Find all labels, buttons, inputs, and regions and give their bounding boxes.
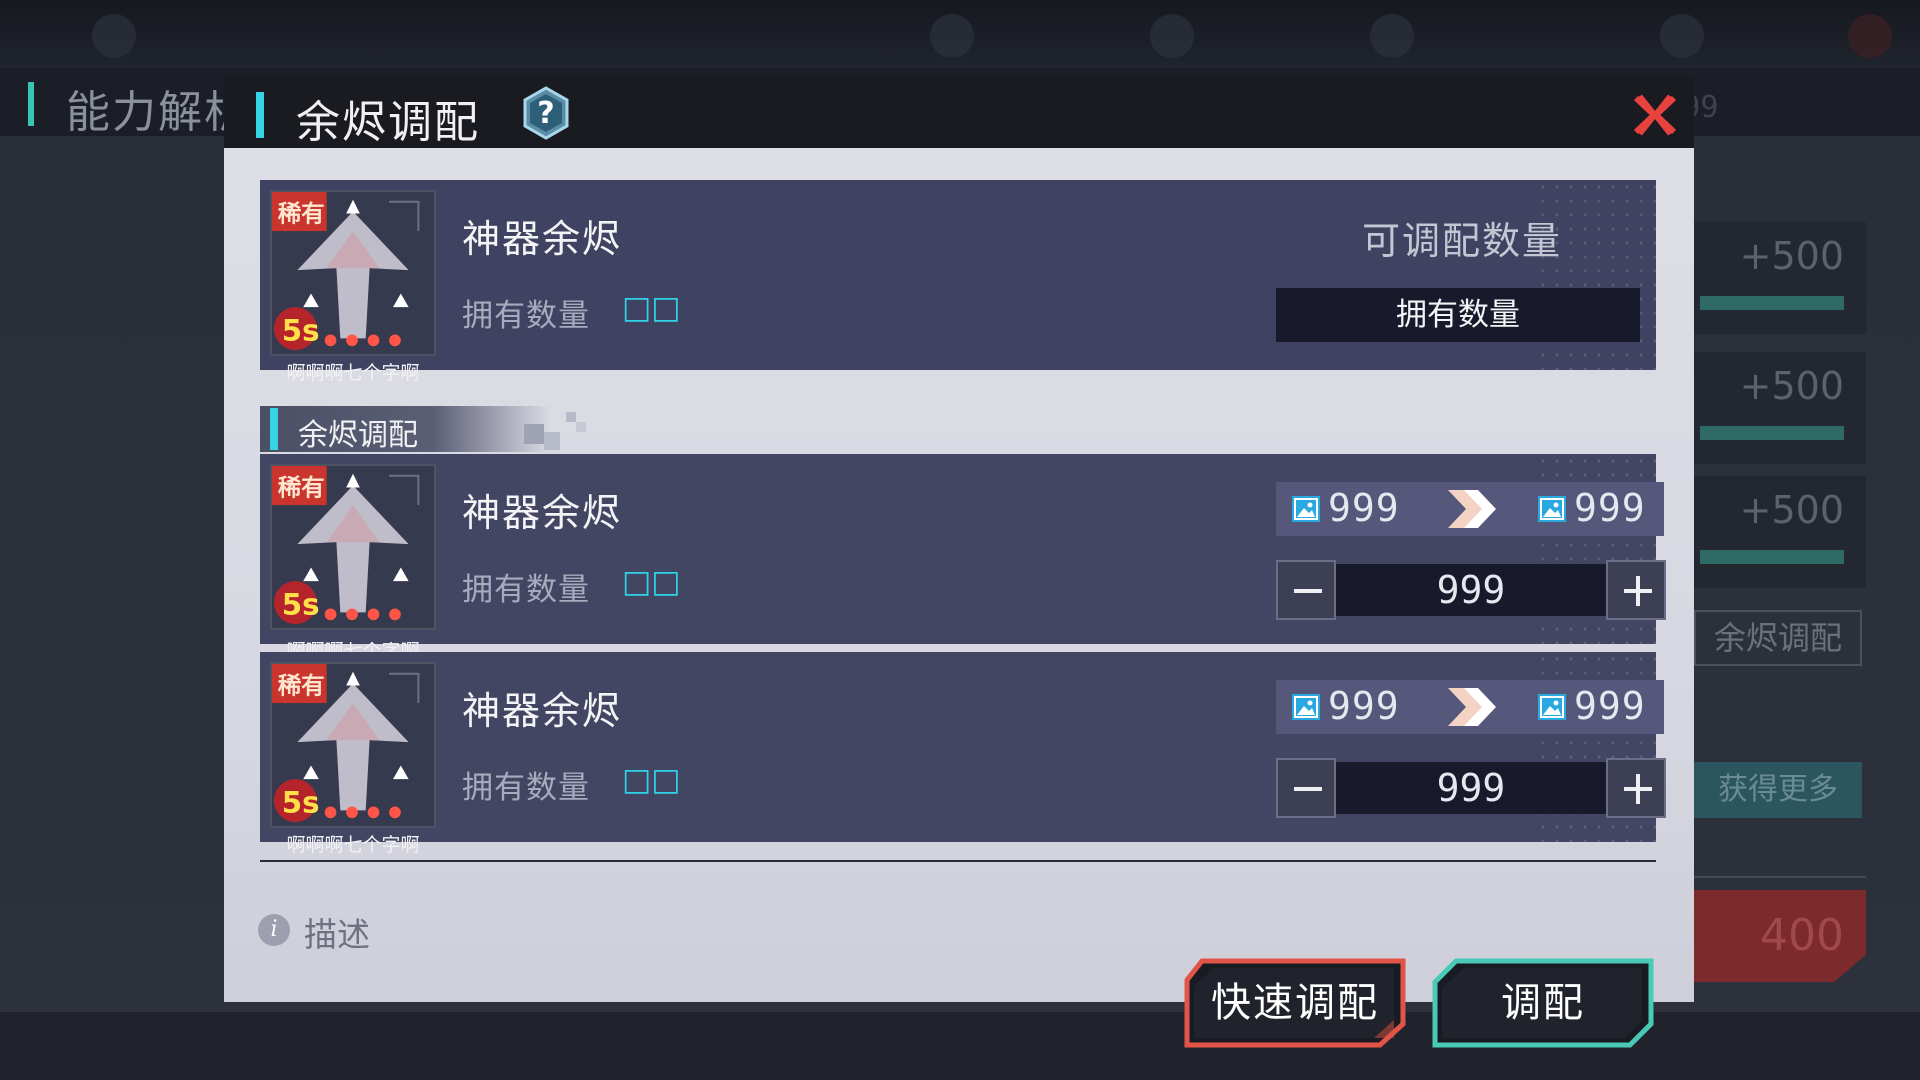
- background-bonus-card: +500: [1690, 476, 1866, 588]
- target-item-card: 稀有 5s 啊啊啊七个字啊 神器余烬 拥有数量 □□ 可调配数量 拥有数量: [260, 180, 1656, 384]
- owned-value: □□: [622, 762, 681, 798]
- quantity-stepper: 999: [1276, 758, 1666, 818]
- bonus-value: +500: [1739, 488, 1844, 532]
- ember-allocation-dialog: 余烬调配 ? 稀有 5s 啊啊啊七个字啊 神器余烬 拥有数量 □□ 可调配数量 …: [224, 78, 1694, 1048]
- bonus-bar: [1700, 426, 1844, 440]
- help-button[interactable]: ?: [522, 86, 570, 140]
- plus-icon-stem: [1636, 774, 1640, 804]
- quantity-value[interactable]: 999: [1336, 762, 1606, 814]
- minus-icon: [1294, 589, 1322, 593]
- increase-button[interactable]: [1606, 758, 1666, 818]
- from-value: 999: [1328, 684, 1400, 728]
- background-top-bar: [0, 0, 1920, 68]
- conversion-display: 999 999: [1276, 482, 1664, 536]
- decrease-button[interactable]: [1276, 758, 1336, 818]
- bonus-value: +500: [1739, 364, 1844, 408]
- artifact-icon[interactable]: 稀有 5s: [270, 190, 436, 356]
- background-bonus-card: +500: [1690, 222, 1866, 334]
- background-ember-button: 余烬调配: [1694, 610, 1862, 666]
- list-divider: [260, 860, 1656, 862]
- blurred-coin-icon: [930, 14, 974, 58]
- plus-icon-stem: [1636, 576, 1640, 606]
- background-page-title: 能力解析: [66, 87, 250, 138]
- background-bonus-card: +500: [1690, 352, 1866, 464]
- owned-value: □□: [622, 564, 681, 600]
- artifact-caption: 啊啊啊七个字啊: [286, 362, 420, 384]
- help-icon: ?: [523, 86, 569, 140]
- artifact-emblem-icon: 稀有 5s: [272, 466, 434, 628]
- grade-label: 5s: [282, 785, 320, 819]
- dialog-title: 余烬调配: [296, 97, 480, 148]
- section-title: 余烬调配: [298, 418, 418, 453]
- double-arrow-icon: [1448, 490, 1496, 528]
- quantity-value[interactable]: 999: [1336, 564, 1606, 616]
- grade-label: 5s: [282, 587, 320, 621]
- image-icon: [1538, 694, 1566, 720]
- owned-value: □□: [622, 290, 681, 326]
- section-header: 余烬调配: [260, 406, 550, 453]
- close-icon: [1633, 94, 1677, 136]
- to-value: 999: [1574, 486, 1646, 530]
- help-symbol: ?: [537, 96, 554, 131]
- section-accent-bar: [270, 408, 278, 450]
- grade-label: 5s: [282, 313, 320, 347]
- dialog-header: 余烬调配 ?: [224, 78, 1694, 148]
- image-icon: [1292, 694, 1320, 720]
- owned-label: 拥有数量: [462, 770, 590, 806]
- rarity-label: 稀有: [278, 473, 325, 501]
- allocation-row: 稀有 5s 啊啊啊七个字啊 神器余烬 拥有数量 □□ 999 999 999: [260, 652, 1666, 856]
- double-arrow-icon: [1448, 688, 1496, 726]
- title-accent-bar: [256, 92, 264, 138]
- background-cost-button: 400: [1690, 890, 1866, 982]
- bonus-bar: [1700, 296, 1844, 310]
- image-icon: [1292, 496, 1320, 522]
- blurred-settings-icon: [1660, 14, 1704, 58]
- background-get-more-button: 获得更多: [1694, 762, 1862, 818]
- blurred-close-icon: [1848, 14, 1892, 58]
- dialog-body: 稀有 5s 啊啊啊七个字啊 神器余烬 拥有数量 □□ 可调配数量 拥有数量 余烬…: [224, 148, 1694, 1048]
- blurred-avatar-icon: [92, 14, 136, 58]
- adjustable-label: 可调配数量: [1361, 219, 1562, 263]
- conversion-display: 999 999: [1276, 680, 1664, 734]
- info-icon: i: [258, 914, 290, 946]
- increase-button[interactable]: [1606, 560, 1666, 620]
- image-icon: [1538, 496, 1566, 522]
- owned-label: 拥有数量: [462, 572, 590, 608]
- blurred-gem-icon: [1150, 14, 1194, 58]
- from-value: 999: [1328, 486, 1400, 530]
- description-label: 描述: [304, 915, 370, 954]
- quantity-stepper: 999: [1276, 560, 1666, 620]
- adjustable-value: 拥有数量: [1276, 288, 1640, 342]
- quick-allocate-button[interactable]: 快速调配: [1184, 958, 1406, 1048]
- decrease-button[interactable]: [1276, 560, 1336, 620]
- artifact-emblem-icon: 稀有 5s: [272, 664, 434, 826]
- rarity-label: 稀有: [278, 671, 325, 699]
- allocation-row: 稀有 5s 神器余烬 拥有数量 □□ 999 999 999: [260, 454, 1666, 644]
- artifact-emblem-icon: 稀有 5s: [272, 192, 434, 354]
- item-name: 神器余烬: [462, 689, 623, 733]
- item-name: 神器余烬: [462, 491, 623, 535]
- item-name: 神器余烬: [462, 217, 623, 261]
- background-divider: [1670, 876, 1866, 878]
- artifact-caption: 啊啊啊七个字啊: [270, 642, 436, 652]
- blurred-energy-icon: [1370, 14, 1414, 58]
- bonus-bar: [1700, 550, 1844, 564]
- minus-icon: [1294, 787, 1322, 791]
- artifact-caption: 啊啊啊七个字啊: [286, 834, 420, 856]
- background-title-accent: [28, 82, 34, 126]
- artifact-icon[interactable]: 稀有 5s: [270, 662, 436, 828]
- close-button[interactable]: [1632, 92, 1678, 138]
- rarity-label: 稀有: [278, 199, 325, 227]
- artifact-icon[interactable]: 稀有 5s: [270, 464, 436, 630]
- section-pixel-decor: [524, 412, 586, 450]
- to-value: 999: [1574, 684, 1646, 728]
- owned-label: 拥有数量: [462, 298, 590, 334]
- quick-allocate-label: 快速调配: [1211, 980, 1379, 1026]
- allocate-button[interactable]: 调配: [1432, 958, 1654, 1048]
- bonus-value: +500: [1739, 234, 1844, 278]
- allocate-label: 调配: [1501, 980, 1585, 1026]
